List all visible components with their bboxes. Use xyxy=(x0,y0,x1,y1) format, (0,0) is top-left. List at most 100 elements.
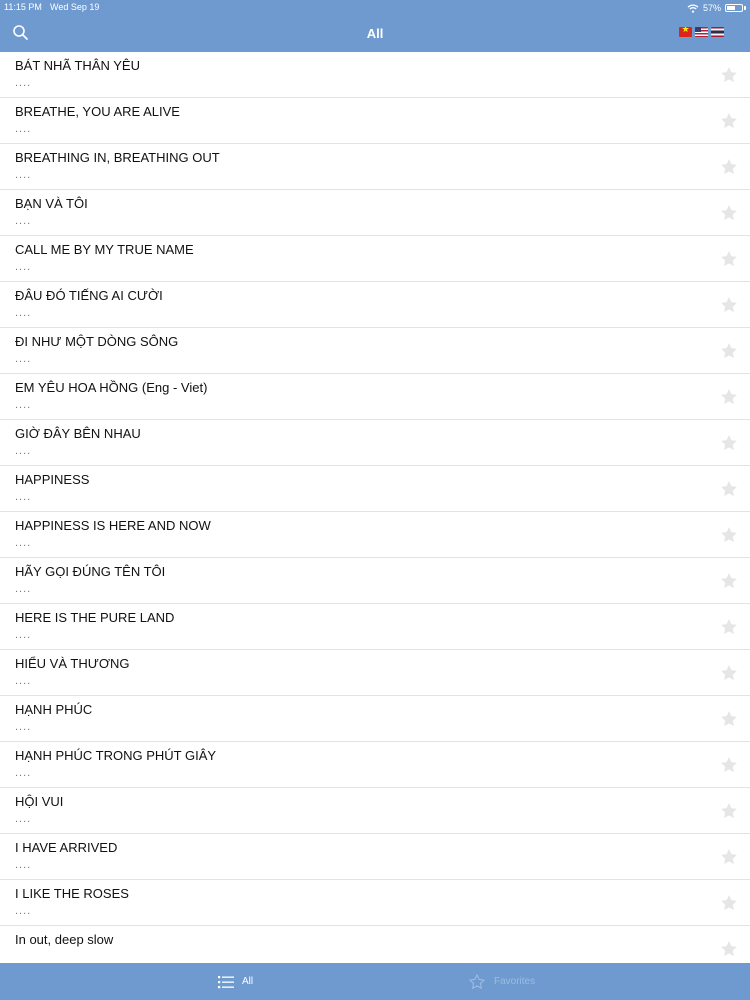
song-title: CALL ME BY MY TRUE NAME xyxy=(15,242,194,257)
star-icon xyxy=(721,527,737,543)
song-title: I HAVE ARRIVED xyxy=(15,840,118,855)
star-icon xyxy=(721,481,737,497)
star-icon xyxy=(721,665,737,681)
favorite-star-button[interactable] xyxy=(719,617,739,637)
tab-all-label: All xyxy=(242,976,254,987)
favorite-star-button[interactable] xyxy=(719,157,739,177)
star-icon xyxy=(721,803,737,819)
song-row[interactable]: HỘI VUI.... xyxy=(0,788,750,834)
song-title: EM YÊU HOA HỒNG (Eng - Viet) xyxy=(15,380,208,395)
song-row[interactable]: ĐI NHƯ MỘT DÒNG SÔNG.... xyxy=(0,328,750,374)
page-title: All xyxy=(366,26,384,41)
tab-all[interactable]: All xyxy=(218,963,253,1000)
song-title: HẠNH PHÚC xyxy=(15,702,93,717)
favorite-star-button[interactable] xyxy=(719,571,739,591)
song-row[interactable]: I LIKE THE ROSES.... xyxy=(0,880,750,926)
favorite-star-button[interactable] xyxy=(719,525,739,545)
song-title: BREATHING IN, BREATHING OUT xyxy=(15,150,220,165)
song-row[interactable]: HẠNH PHÚC TRONG PHÚT GIÂY.... xyxy=(0,742,750,788)
star-icon xyxy=(721,251,737,267)
tab-favorites[interactable]: Favorites xyxy=(468,963,535,1000)
song-subtitle: .... xyxy=(15,859,32,871)
flag-vietnam-icon[interactable] xyxy=(679,27,692,37)
star-icon xyxy=(721,205,737,221)
song-subtitle: .... xyxy=(15,905,32,917)
song-title: BREATHE, YOU ARE ALIVE xyxy=(15,104,180,119)
song-subtitle: .... xyxy=(15,537,32,549)
song-row[interactable]: BREATHE, YOU ARE ALIVE.... xyxy=(0,98,750,144)
star-icon xyxy=(721,619,737,635)
navigation-bar: 11:15 PM Wed Sep 19 57% All xyxy=(0,0,750,52)
song-row[interactable]: HIỂU VÀ THƯƠNG.... xyxy=(0,650,750,696)
song-list[interactable]: BÁT NHÃ THÂN YÊU.... BREATHE, YOU ARE ALI… xyxy=(0,52,750,963)
flag-usa-icon[interactable] xyxy=(695,27,708,37)
song-row[interactable]: GIỜ ĐÂY BÊN NHAU.... xyxy=(0,420,750,466)
song-title: In out, deep slow xyxy=(15,932,114,947)
song-title: HAPPINESS xyxy=(15,472,90,487)
favorite-star-button[interactable] xyxy=(719,801,739,821)
favorite-star-button[interactable] xyxy=(719,65,739,85)
song-row[interactable]: HAPPINESS IS HERE AND NOW.... xyxy=(0,512,750,558)
language-switcher xyxy=(679,27,724,37)
status-indicators: 57% xyxy=(687,2,746,14)
song-subtitle: .... xyxy=(15,583,32,595)
song-title: BÁT NHÃ THÂN YÊU xyxy=(15,58,140,73)
favorite-star-button[interactable] xyxy=(719,433,739,453)
song-subtitle: .... xyxy=(15,215,32,227)
song-title: HIỂU VÀ THƯƠNG xyxy=(15,656,130,671)
favorite-star-button[interactable] xyxy=(719,709,739,729)
battery-icon xyxy=(725,4,743,12)
star-outline-icon xyxy=(469,973,485,989)
list-icon xyxy=(218,975,234,988)
song-subtitle: .... xyxy=(15,261,32,273)
song-row[interactable]: BREATHING IN, BREATHING OUT.... xyxy=(0,144,750,190)
song-row[interactable]: ĐÂU ĐÓ TIẾNG AI CƯỜI.... xyxy=(0,282,750,328)
battery-tip xyxy=(744,6,746,10)
song-title: HAPPINESS IS HERE AND NOW xyxy=(15,518,211,533)
song-subtitle: .... xyxy=(15,813,32,825)
battery-percent: 57% xyxy=(702,3,721,13)
favorite-star-button[interactable] xyxy=(719,111,739,131)
song-subtitle: .... xyxy=(15,445,32,457)
song-row[interactable]: EM YÊU HOA HỒNG (Eng - Viet).... xyxy=(0,374,750,420)
favorite-star-button[interactable] xyxy=(719,295,739,315)
favorite-star-button[interactable] xyxy=(719,387,739,407)
favorite-star-button[interactable] xyxy=(719,939,739,959)
song-title: I LIKE THE ROSES xyxy=(15,886,129,901)
song-row[interactable]: HẠNH PHÚC.... xyxy=(0,696,750,742)
star-icon xyxy=(721,113,737,129)
song-row[interactable]: BẠN VÀ TÔI.... xyxy=(0,190,750,236)
favorite-star-button[interactable] xyxy=(719,663,739,683)
favorite-star-button[interactable] xyxy=(719,847,739,867)
song-row[interactable]: I HAVE ARRIVED.... xyxy=(0,834,750,880)
favorite-star-button[interactable] xyxy=(719,893,739,913)
song-subtitle: .... xyxy=(15,721,32,733)
song-subtitle: .... xyxy=(15,123,32,135)
song-row[interactable]: HAPPINESS.... xyxy=(0,466,750,512)
song-subtitle: .... xyxy=(15,767,32,779)
song-title: BẠN VÀ TÔI xyxy=(15,196,88,211)
song-row[interactable]: BÁT NHÃ THÂN YÊU.... xyxy=(0,52,750,98)
song-row[interactable]: CALL ME BY MY TRUE NAME.... xyxy=(0,236,750,282)
favorite-star-button[interactable] xyxy=(719,341,739,361)
song-subtitle: .... xyxy=(15,675,32,687)
song-row[interactable]: HÃY GỌI ĐÚNG TÊN TÔI.... xyxy=(0,558,750,604)
song-row[interactable]: In out, deep slow xyxy=(0,926,750,963)
favorite-star-button[interactable] xyxy=(719,755,739,775)
favorite-star-button[interactable] xyxy=(719,249,739,269)
song-title: ĐI NHƯ MỘT DÒNG SÔNG xyxy=(15,334,179,349)
song-title: GIỜ ĐÂY BÊN NHAU xyxy=(15,426,141,441)
song-subtitle: .... xyxy=(15,491,32,503)
star-icon xyxy=(721,895,737,911)
song-subtitle: .... xyxy=(15,629,32,641)
tab-bar: All Favorites xyxy=(0,963,750,1000)
song-title: HÃY GỌI ĐÚNG TÊN TÔI xyxy=(15,564,166,579)
song-title: HERE IS THE PURE LAND xyxy=(15,610,175,625)
star-icon xyxy=(721,67,737,83)
wifi-icon xyxy=(687,3,699,13)
favorite-star-button[interactable] xyxy=(719,203,739,223)
song-subtitle: .... xyxy=(15,399,32,411)
song-row[interactable]: HERE IS THE PURE LAND.... xyxy=(0,604,750,650)
flag-thailand-icon[interactable] xyxy=(711,27,724,37)
favorite-star-button[interactable] xyxy=(719,479,739,499)
